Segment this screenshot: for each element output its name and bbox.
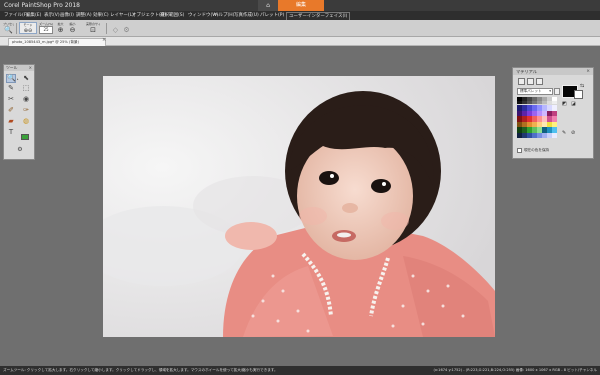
palette-select[interactable]: 標準パレット ▾: [517, 88, 553, 95]
zoom-percent-field[interactable]: ズーム(%) 25: [39, 22, 53, 34]
edit-tab[interactable]: 編集: [278, 0, 324, 11]
selection-tool-icon[interactable]: ⬚: [21, 84, 31, 93]
magnifier-preset-icon: 🔍: [4, 26, 13, 34]
text-tool-icon[interactable]: T: [6, 128, 16, 137]
rainbow-icon[interactable]: [527, 78, 534, 85]
document-tab[interactable]: photo_1085443_m.jpg* @ 25% (背景): [8, 38, 106, 46]
swatches-icon[interactable]: [536, 78, 543, 85]
zoom-mode-icon: ⊕⊖: [23, 28, 33, 34]
background-color-swatch[interactable]: [574, 90, 583, 99]
materials-palette-title: マテリアル: [513, 68, 593, 75]
texture-icon[interactable]: ◪: [571, 101, 576, 107]
flyout-arrow-icon[interactable]: ▸: [17, 77, 19, 81]
document-tab-label: photo_1085443_m.jpg* @ 25% (背景): [12, 40, 79, 44]
photo-image: [103, 76, 495, 337]
menu-edit[interactable]: 編集(E): [24, 11, 43, 20]
toolbar-divider: [106, 23, 107, 34]
apply-button[interactable]: ◇: [110, 22, 121, 34]
eraser-tool-icon[interactable]: ▰: [6, 117, 16, 126]
fill-tool-icon[interactable]: ◍: [21, 117, 31, 126]
settings-gear-icon[interactable]: ⚙: [15, 145, 25, 154]
zoom-label: ズーム(%): [39, 22, 53, 26]
brush-tool-icon[interactable]: ✐: [6, 106, 16, 115]
zoom-in-icon: ⊕: [57, 26, 64, 34]
status-bar: ズームツール: クリックして拡大します。右クリックして縮小します。クリックしてド…: [0, 366, 600, 375]
status-message: ズームツール: クリックして拡大します。右クリックして縮小します。クリックしてド…: [3, 368, 278, 372]
close-icon[interactable]: ×: [102, 37, 106, 44]
transparent-icon[interactable]: ◩: [562, 101, 567, 107]
dropper-tool-icon[interactable]: ✎: [6, 84, 16, 93]
menu-palettes[interactable]: パレット(P): [258, 11, 286, 20]
crop-tool-icon[interactable]: ✂: [6, 95, 16, 104]
pick-tool-icon[interactable]: ⬉: [21, 74, 31, 83]
color-swatches[interactable]: [517, 105, 557, 138]
zoom-out-icon: ⊖: [69, 26, 76, 34]
close-icon[interactable]: ×: [586, 68, 590, 75]
title-bar: Corel PaintShop Pro 2018 ⌂ 編集: [0, 0, 600, 11]
clone-tool-icon[interactable]: ✑: [21, 106, 31, 115]
zoom-in-button[interactable]: 拡大 ⊕: [55, 22, 66, 34]
status-info: (x:1674 y:1752) - (R:223,G:221,B:224,O:2…: [433, 368, 597, 372]
materials-palette: マテリアル × 標準パレット ▾ ⇆ ◩ ◪ ✎ ⊘ 現在の色を保持: [512, 67, 594, 159]
zoom-value[interactable]: 25: [39, 26, 53, 34]
keep-color-label: 現在の色を保持: [524, 148, 550, 152]
dropper-icon[interactable]: ✎: [562, 130, 566, 136]
zoom-mode-button[interactable]: モード ⊕⊖: [19, 22, 37, 34]
toolbar-divider: [16, 23, 17, 34]
actual-size-button[interactable]: 実際のサイズ ⊡: [86, 22, 100, 34]
preset-button[interactable]: プリセット 🔍: [3, 22, 14, 34]
document-tab-strip: photo_1085443_m.jpg* @ 25% (背景) ×: [0, 37, 600, 46]
tool-options-bar: プリセット 🔍 モード ⊕⊖ ズーム(%) 25 拡大 ⊕ 縮小 ⊖ 実際のサイ…: [0, 20, 600, 37]
menu-bar: ファイル(F) 編集(E) 表示(V) 画像(I) 調整(A) 効果(C) レイ…: [0, 11, 600, 21]
gray-swatches[interactable]: [517, 97, 557, 104]
link-icon[interactable]: ⊘: [571, 130, 575, 136]
menu-photo-create[interactable]: 写真作成(U): [232, 11, 261, 20]
keep-color-checkbox[interactable]: [517, 148, 522, 153]
house-icon: ⌂: [266, 2, 270, 9]
frame-icon[interactable]: [518, 78, 525, 85]
palette-select-value: 標準パレット: [520, 89, 542, 93]
options-button[interactable]: ⚙: [121, 22, 132, 34]
home-tab[interactable]: ⌂: [258, 0, 278, 11]
palette-menu-button[interactable]: [554, 88, 560, 95]
swap-colors-icon[interactable]: ⇆: [580, 83, 584, 89]
zoom-out-button[interactable]: 縮小 ⊖: [67, 22, 78, 34]
gear-icon: ⚙: [123, 26, 130, 34]
tools-palette: ツール × 🔍 ▸ ⬉ ✎ ⬚ ✂ ◉ ✐ ✑ ▰ ◍ T ⚙: [3, 64, 35, 160]
zoom-tool-icon[interactable]: 🔍: [6, 74, 16, 83]
menu-selections[interactable]: 選択範囲(S): [158, 11, 186, 20]
red-eye-tool-icon[interactable]: ◉: [21, 95, 31, 104]
chevron-down-icon: ▾: [549, 89, 551, 93]
image-canvas[interactable]: [103, 76, 495, 337]
app-title: Corel PaintShop Pro 2018: [4, 2, 81, 9]
close-icon[interactable]: ×: [29, 65, 32, 71]
diamond-icon: ◇: [112, 26, 119, 34]
actual-size-icon: ⊡: [90, 26, 96, 34]
shape-tool-icon[interactable]: [21, 134, 29, 140]
